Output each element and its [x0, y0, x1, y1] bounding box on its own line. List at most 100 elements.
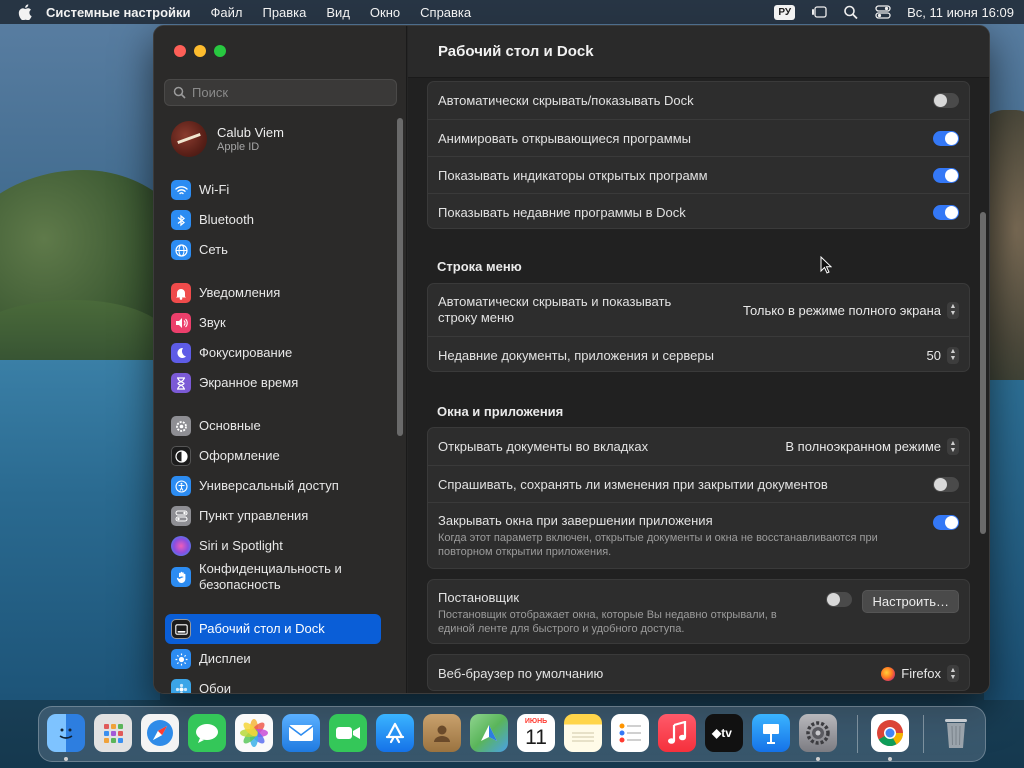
- notes-icon[interactable]: [564, 714, 602, 752]
- recent-apps-toggle[interactable]: [933, 204, 959, 220]
- input-language-indicator[interactable]: РУ: [774, 4, 796, 20]
- sidebar-item-sound[interactable]: Звук: [165, 308, 381, 338]
- sidebar-item-label: Bluetooth: [199, 212, 254, 227]
- row-stage-manager: Постановщик Постановщик отображает окна,…: [428, 580, 969, 645]
- mail-icon[interactable]: [282, 714, 320, 752]
- close-window-button[interactable]: [174, 45, 186, 57]
- chevron-updown-icon: ▲ ▼: [947, 346, 959, 364]
- sidebar-item-network[interactable]: Сеть: [165, 235, 381, 265]
- animate-apps-toggle[interactable]: [933, 130, 959, 146]
- finder-icon[interactable]: [47, 714, 85, 752]
- row-label: Показывать недавние программы в Dock: [438, 204, 686, 220]
- control-center-icon[interactable]: [875, 5, 891, 19]
- settings-content: Рабочий стол и Dock Автоматически скрыва…: [408, 26, 989, 693]
- row-dock-autohide: Автоматически скрывать/показывать Dock: [428, 82, 969, 119]
- menu-app-name[interactable]: Системные настройки: [46, 5, 191, 20]
- stage-manager-icon[interactable]: [811, 5, 827, 19]
- search-icon[interactable]: [843, 5, 859, 19]
- ask-save-toggle[interactable]: [933, 476, 959, 492]
- row-show-indicators: Показывать индикаторы открытых программ: [428, 156, 969, 193]
- calendar-month: ИЮНЬ: [524, 718, 548, 725]
- keynote-icon[interactable]: [752, 714, 790, 752]
- speaker-icon: [171, 313, 191, 333]
- menu-clock[interactable]: Вс, 11 июня 16:09: [907, 5, 1014, 20]
- stage-manager-label: Постановщик: [438, 590, 520, 605]
- menubar-autohide-select[interactable]: Только в режиме полного экрана ▲ ▼: [743, 301, 959, 319]
- sidebar-item-control-center[interactable]: Пункт управления: [165, 501, 381, 531]
- row-default-browser: Веб-браузер по умолчанию Firefox ▲ ▼: [428, 655, 969, 692]
- menu-bar: Системные настройки Файл Правка Вид Окно…: [0, 0, 1024, 24]
- moon-icon: [171, 343, 191, 363]
- maps-icon[interactable]: [470, 714, 508, 752]
- customize-button[interactable]: Настроить…: [862, 590, 959, 613]
- gear-icon: [171, 416, 191, 436]
- reminders-icon[interactable]: [611, 714, 649, 752]
- contacts-icon[interactable]: [423, 714, 461, 752]
- messages-icon[interactable]: [188, 714, 226, 752]
- app-store-icon[interactable]: [376, 714, 414, 752]
- menu-help[interactable]: Справка: [420, 5, 471, 20]
- minimize-window-button[interactable]: [194, 45, 206, 57]
- default-browser-select[interactable]: Firefox ▲ ▼: [881, 665, 959, 682]
- system-settings-icon[interactable]: [799, 714, 837, 752]
- recent-docs-select[interactable]: 50 ▲ ▼: [927, 346, 959, 364]
- sidebar-item-label: Уведомления: [199, 285, 281, 300]
- apple-menu-icon[interactable]: [18, 4, 32, 20]
- apple-id-account[interactable]: Calub Viem Apple ID: [171, 121, 284, 157]
- close-windows-description: Когда этот параметр включен, открытые до…: [438, 532, 878, 558]
- row-animate-apps: Анимировать открывающиеся программы: [428, 119, 969, 156]
- row-label: Показывать индикаторы открытых программ: [438, 167, 708, 183]
- menu-window[interactable]: Окно: [370, 5, 400, 20]
- tv-icon[interactable]: ◆tv: [705, 714, 743, 752]
- sidebar-scrollbar[interactable]: [397, 118, 403, 436]
- facetime-icon[interactable]: [329, 714, 367, 752]
- sidebar-item-wifi[interactable]: Wi-Fi: [165, 175, 381, 205]
- page-title: Рабочий стол и Dock: [438, 43, 594, 60]
- launchpad-icon[interactable]: [94, 714, 132, 752]
- appearance-icon: [171, 446, 191, 466]
- row-label: Недавние документы, приложения и серверы: [438, 347, 714, 363]
- row-close-windows: Закрывать окна при завершении приложения…: [428, 502, 969, 570]
- sidebar-item-label: Оформление: [199, 448, 280, 463]
- show-indicators-toggle[interactable]: [933, 167, 959, 183]
- dock-autohide-toggle[interactable]: [933, 93, 959, 108]
- wifi-icon: [171, 180, 191, 200]
- sidebar-item-wallpaper[interactable]: Обои: [165, 674, 381, 693]
- row-ask-save: Спрашивать, сохранять ли изменения при з…: [428, 465, 969, 502]
- stage-manager-toggle[interactable]: [826, 592, 853, 607]
- menu-view[interactable]: Вид: [326, 5, 350, 20]
- search-input[interactable]: [192, 85, 382, 100]
- music-icon[interactable]: [658, 714, 696, 752]
- sidebar-item-appearance[interactable]: Оформление: [165, 441, 381, 471]
- sidebar-item-focus[interactable]: Фокусирование: [165, 338, 381, 368]
- sidebar-item-displays[interactable]: Дисплеи: [165, 644, 381, 674]
- trash-icon[interactable]: [937, 714, 975, 752]
- menu-file[interactable]: Файл: [211, 5, 243, 20]
- sidebar-item-desktop-dock[interactable]: Рабочий стол и Dock: [165, 614, 381, 644]
- photos-icon[interactable]: [235, 714, 273, 752]
- zoom-window-button[interactable]: [214, 45, 226, 57]
- sidebar-item-general[interactable]: Основные: [165, 411, 381, 441]
- accessibility-icon: [171, 476, 191, 496]
- row-label: Спрашивать, сохранять ли изменения при з…: [438, 476, 828, 492]
- sidebar-item-screen-time[interactable]: Экранное время: [165, 368, 381, 398]
- open-in-tabs-select[interactable]: В полноэкранном режиме ▲ ▼: [785, 438, 959, 455]
- chrome-icon[interactable]: [871, 714, 909, 752]
- menu-edit[interactable]: Правка: [262, 5, 306, 20]
- chevron-updown-icon: ▲ ▼: [947, 301, 959, 319]
- sidebar-item-accessibility[interactable]: Универсальный доступ: [165, 471, 381, 501]
- default-browser-group: Веб-браузер по умолчанию Firefox ▲ ▼: [427, 654, 970, 691]
- sidebar-item-label: Дисплеи: [199, 651, 251, 666]
- siri-icon: [171, 536, 191, 556]
- windows-settings-group: Открывать документы во вкладках В полноэ…: [427, 427, 970, 569]
- calendar-icon[interactable]: ИЮНЬ 11: [517, 714, 555, 752]
- close-windows-toggle[interactable]: [933, 515, 959, 530]
- sidebar-item-privacy-security[interactable]: Конфиденциальность и безопасность: [165, 556, 381, 598]
- safari-icon[interactable]: [141, 714, 179, 752]
- sidebar-item-label: Фокусирование: [199, 345, 293, 360]
- sidebar-item-bluetooth[interactable]: Bluetooth: [165, 205, 381, 235]
- content-scrollbar[interactable]: [980, 212, 986, 534]
- sidebar-search-field[interactable]: [164, 79, 397, 106]
- sidebar-item-notifications[interactable]: Уведомления: [165, 278, 381, 308]
- account-name: Calub Viem: [217, 125, 284, 140]
